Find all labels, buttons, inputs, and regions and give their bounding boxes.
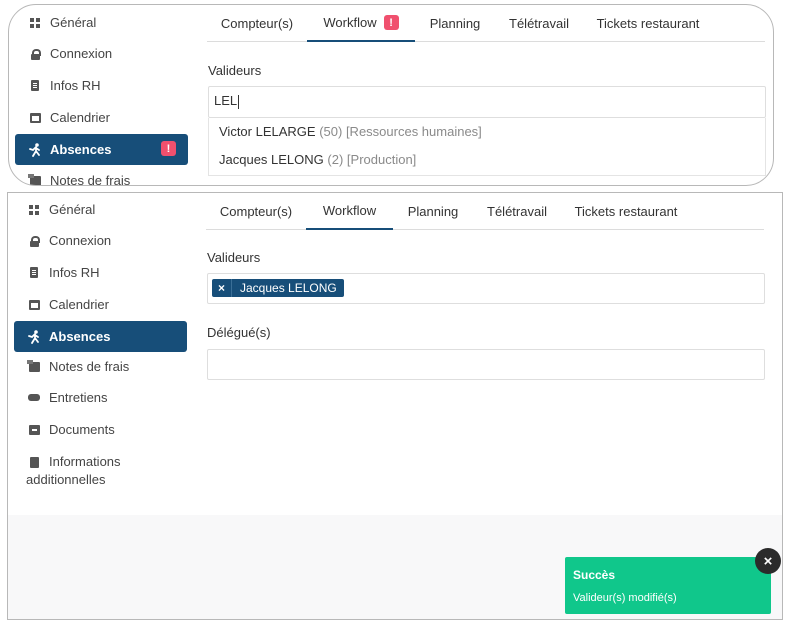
search-value-text: LEL bbox=[214, 93, 238, 108]
tab-tickets-restaurant[interactable]: Tickets restaurant bbox=[561, 193, 691, 230]
tab-label: Télétravail bbox=[487, 204, 547, 219]
tab-label: Workflow bbox=[322, 203, 377, 218]
tab-label: Planning bbox=[429, 16, 481, 31]
tab-label: Télétravail bbox=[509, 16, 569, 31]
sidebar-item-informations-additionnelles[interactable]: Informations additionnelles bbox=[14, 448, 187, 488]
running-icon bbox=[27, 329, 41, 344]
dashboard-icon bbox=[27, 203, 41, 217]
tab-label: Tickets restaurant bbox=[596, 16, 700, 31]
receipt-icon bbox=[27, 173, 42, 185]
tab-compteurs[interactable]: Compteur(s) bbox=[206, 193, 306, 230]
calendar-icon bbox=[27, 298, 41, 312]
bottom-screenshot-panel: Général Connexion Infos RH Calendrier Ab… bbox=[7, 192, 783, 620]
tab-planning[interactable]: Planning bbox=[393, 193, 473, 230]
sidebar-item-label: Absences bbox=[49, 329, 111, 344]
tab-planning[interactable]: Planning bbox=[415, 5, 495, 42]
lock-icon bbox=[27, 234, 41, 248]
sidebar-item-label: Général bbox=[50, 15, 97, 30]
handshake-icon bbox=[27, 391, 41, 405]
tab-label: Compteur(s) bbox=[220, 16, 294, 31]
success-toast: Succès Valideur(s) modifié(s) bbox=[565, 557, 771, 614]
sidebar-item-label: Infos RH bbox=[50, 78, 101, 93]
alert-badge: ! bbox=[161, 141, 176, 156]
tab-bar: Compteur(s) Workflow Planning Télétravai… bbox=[206, 193, 764, 230]
validators-label: Valideurs bbox=[207, 250, 261, 265]
sidebar-item-label: Entretiens bbox=[49, 390, 108, 405]
sidebar-item-connexion[interactable]: Connexion bbox=[15, 38, 188, 69]
top-screenshot-panel: Général Connexion Infos RH Calendrier Ab… bbox=[8, 4, 774, 186]
token-label: Jacques LELONG bbox=[240, 281, 337, 295]
badge-icon bbox=[27, 266, 41, 280]
tab-workflow[interactable]: Workflow bbox=[306, 193, 393, 230]
search-input-value: LEL bbox=[214, 93, 240, 109]
close-icon[interactable]: × bbox=[755, 548, 781, 574]
suggestion-name: Victor LELARGE bbox=[219, 124, 316, 139]
validators-search-input[interactable]: LEL bbox=[208, 86, 766, 118]
sidebar-item-notes-de-frais[interactable]: Notes de frais bbox=[14, 351, 187, 382]
book-icon bbox=[27, 455, 41, 469]
sidebar-item-documents[interactable]: Documents bbox=[14, 414, 187, 445]
toast-message: Valideur(s) modifié(s) bbox=[573, 592, 677, 604]
delegates-label: Délégué(s) bbox=[207, 325, 271, 340]
sidebar-item-label: Connexion bbox=[49, 233, 112, 248]
sidebar-item-label: Notes de frais bbox=[50, 173, 131, 186]
sidebar-item-label: Documents bbox=[49, 422, 115, 437]
validators-field[interactable]: × Jacques LELONG bbox=[207, 273, 765, 304]
suggestion-name: Jacques LELONG bbox=[219, 152, 324, 167]
suggestion-item[interactable]: Victor LELARGE (50) [Ressources humaines… bbox=[219, 124, 482, 139]
text-caret bbox=[238, 94, 240, 109]
alert-badge: ! bbox=[383, 15, 399, 30]
sidebar-item-label: Infos RH bbox=[49, 265, 100, 280]
sidebar-item-infos-rh[interactable]: Infos RH bbox=[14, 257, 187, 288]
lock-icon bbox=[28, 47, 42, 61]
tab-tickets-restaurant[interactable]: Tickets restaurant bbox=[583, 5, 713, 42]
toast-title: Succès bbox=[573, 568, 616, 582]
running-icon bbox=[28, 142, 42, 157]
suggestion-item[interactable]: Jacques LELONG (2) [Production] bbox=[219, 152, 416, 167]
sidebar-item-label: Calendrier bbox=[49, 297, 109, 312]
suggestion-meta: (2) [Production] bbox=[327, 152, 417, 167]
sidebar-item-label: Informations bbox=[49, 454, 121, 469]
sidebar-item-absences[interactable]: Absences bbox=[14, 321, 187, 352]
sidebar-item-label: Connexion bbox=[50, 46, 113, 61]
tab-workflow[interactable]: Workflow ! bbox=[307, 5, 415, 42]
dashboard-icon bbox=[28, 16, 42, 30]
tab-teletravail[interactable]: Télétravail bbox=[473, 193, 561, 230]
sidebar-item-label: additionnelles bbox=[26, 472, 106, 487]
validators-label: Valideurs bbox=[208, 63, 262, 78]
sidebar-item-label: Calendrier bbox=[50, 110, 110, 125]
tab-compteurs[interactable]: Compteur(s) bbox=[207, 5, 307, 42]
tab-label: Workflow bbox=[323, 15, 377, 30]
tab-label: Tickets restaurant bbox=[574, 204, 678, 219]
suggestion-meta: (50) [Ressources humaines] bbox=[319, 124, 482, 139]
validator-token: × Jacques LELONG bbox=[212, 279, 344, 297]
remove-token-button[interactable]: × bbox=[212, 279, 232, 297]
sidebar-item-notes-de-frais[interactable]: Notes de frais bbox=[15, 165, 188, 186]
tab-label: Planning bbox=[407, 204, 459, 219]
tab-label: Compteur(s) bbox=[219, 204, 293, 219]
archive-icon bbox=[27, 423, 41, 437]
delegates-field[interactable] bbox=[207, 349, 765, 380]
sidebar-item-label: Absences bbox=[50, 142, 112, 157]
sidebar-item-entretiens[interactable]: Entretiens bbox=[14, 382, 187, 413]
tab-bar: Compteur(s) Workflow ! Planning Télétrav… bbox=[207, 5, 765, 42]
sidebar-item-absences[interactable]: Absences ! bbox=[15, 134, 188, 165]
sidebar-item-calendrier[interactable]: Calendrier bbox=[15, 102, 188, 133]
sidebar-item-general[interactable]: Général bbox=[14, 194, 187, 225]
badge-icon bbox=[28, 79, 42, 93]
sidebar-item-general[interactable]: Général bbox=[15, 7, 188, 38]
sidebar-item-connexion[interactable]: Connexion bbox=[14, 225, 187, 256]
calendar-icon bbox=[28, 111, 42, 125]
tab-teletravail[interactable]: Télétravail bbox=[495, 5, 583, 42]
sidebar-item-infos-rh[interactable]: Infos RH bbox=[15, 70, 188, 101]
sidebar-item-label: Notes de frais bbox=[49, 359, 130, 374]
receipt-icon bbox=[26, 359, 41, 374]
suggestion-dropdown: Victor LELARGE (50) [Ressources humaines… bbox=[208, 118, 766, 176]
sidebar-item-label: Général bbox=[49, 202, 96, 217]
sidebar-item-calendrier[interactable]: Calendrier bbox=[14, 289, 187, 320]
